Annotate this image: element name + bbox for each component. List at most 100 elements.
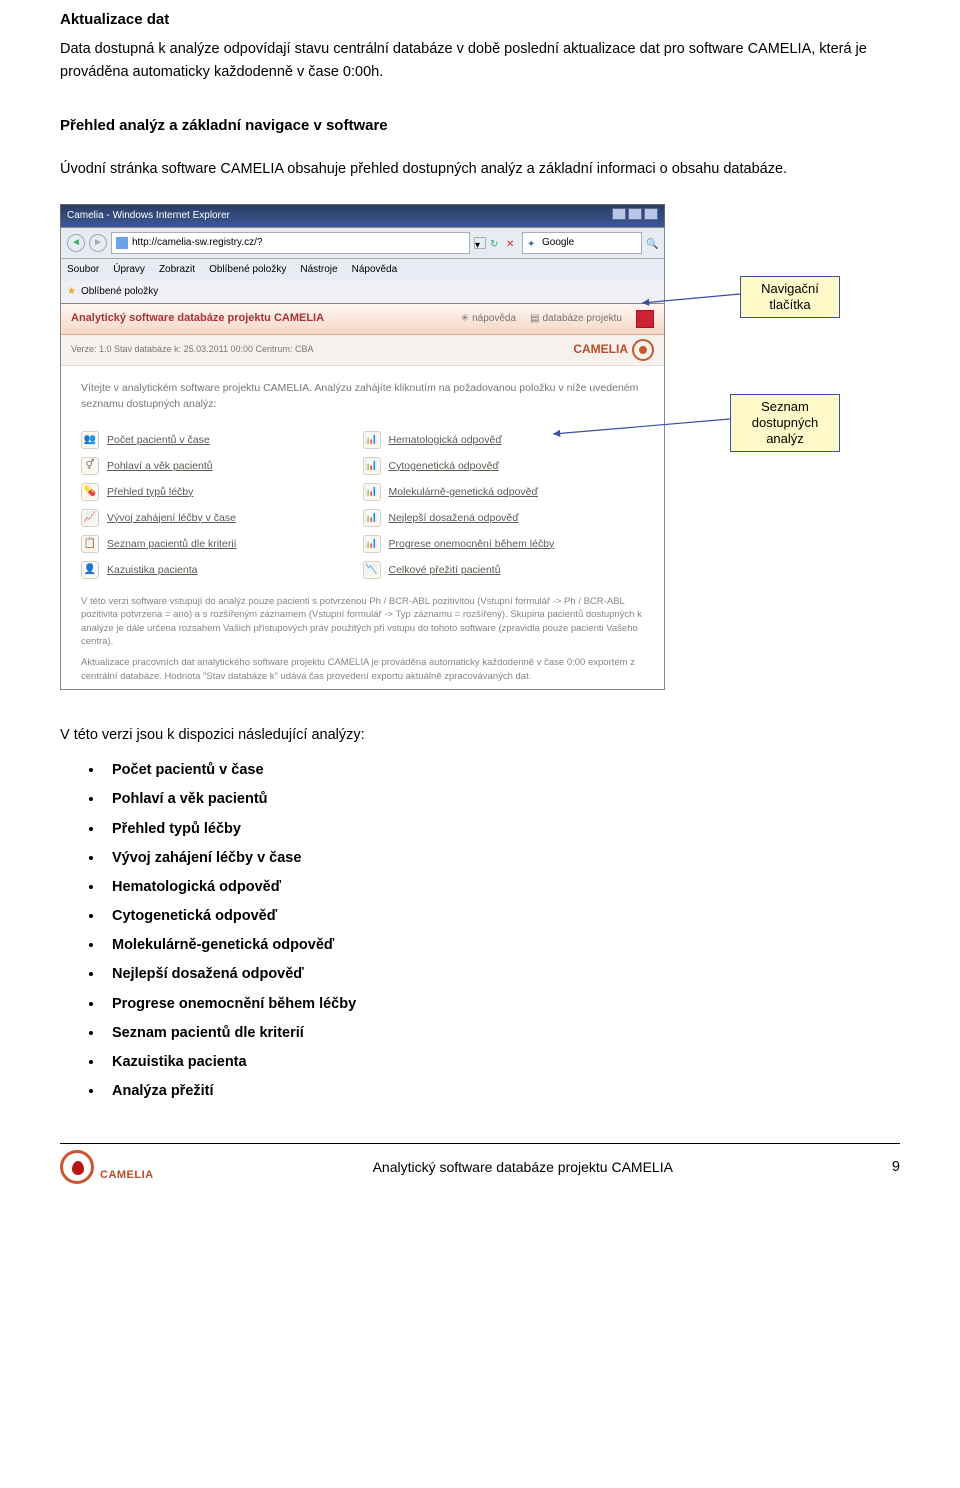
analysis-icon: 📊	[363, 509, 381, 527]
page-number: 9	[892, 1156, 900, 1179]
analysis-link[interactable]: Nejlepší dosažená odpověď	[389, 510, 519, 527]
list-item: Vývoj zahájení léčby v čase	[104, 847, 900, 870]
menu-item[interactable]: Nápověda	[352, 262, 398, 278]
list-item: Progrese onemocnění během léčby	[104, 993, 900, 1016]
app-header-title: Analytický software databáze projektu CA…	[71, 310, 324, 328]
analysis-link[interactable]: Hematologická odpověď	[389, 432, 502, 449]
analysis-list: 👥 Počet pacientů v čase 📊 Hematologická od…	[81, 427, 644, 583]
analysis-icon: 💊	[81, 483, 99, 501]
analysis-link[interactable]: Přehled typů léčby	[107, 484, 193, 501]
list-item: Cytogenetická odpověď	[104, 905, 900, 928]
section-heading: Aktualizace dat	[60, 8, 900, 32]
version-row: Verze: 1.0 Stav databáze k: 25.03.2011 0…	[61, 335, 664, 366]
app-logo: CAMELIA	[573, 339, 654, 361]
help-link[interactable]: ✳nápověda	[461, 311, 516, 327]
minimize-button[interactable]	[612, 208, 626, 220]
list-item: Počet pacientů v čase	[104, 759, 900, 782]
callout-text: Navigační tlačítka	[761, 281, 819, 312]
analysis-link[interactable]: Vývoj zahájení léčby v čase	[107, 510, 236, 527]
list-item: Pohlaví a věk pacientů	[104, 788, 900, 811]
list-item: Seznam pacientů dle kriterií	[104, 1022, 900, 1045]
app-body: Vítejte v analytickém software projektu …	[61, 366, 664, 689]
bullet-list: Počet pacientů v čase Pohlaví a věk paci…	[104, 759, 900, 1103]
analysis-link[interactable]: Progrese onemocnění během léčby	[389, 536, 555, 553]
maximize-button[interactable]	[628, 208, 642, 220]
analysis-icon: 📈	[81, 509, 99, 527]
app-header: Analytický software databáze projektu CA…	[61, 304, 664, 335]
analysis-icon: 📉	[363, 561, 381, 579]
forward-button[interactable]: ►	[89, 234, 107, 252]
section-paragraph: Data dostupná k analýze odpovídají stavu…	[60, 38, 900, 84]
star-icon[interactable]: ★	[67, 284, 76, 300]
logo-text: CAMELIA	[573, 340, 628, 359]
analysis-link[interactable]: Kazuistika pacienta	[107, 562, 197, 579]
analysis-icon: 📊	[363, 431, 381, 449]
analysis-link[interactable]: Celkové přežití pacientů	[389, 562, 501, 579]
footer-logo-text: CAMELIA	[100, 1167, 154, 1185]
list-item: Analýza přežití	[104, 1080, 900, 1103]
footer-title: Analytický software databáze projektu CA…	[373, 1156, 673, 1178]
dropdown-icon[interactable]: ▾	[474, 237, 486, 249]
screenshot-figure: Camelia - Windows Internet Explorer ◄ ► …	[60, 204, 900, 690]
favorites-bar: ★ Oblíbené položky	[60, 281, 665, 304]
favorites-text: Oblíbené položky	[81, 284, 158, 300]
database-link-text: databáze projektu	[542, 311, 622, 327]
nav-paragraph: Úvodní stránka software CAMELIA obsahuje…	[60, 158, 900, 181]
analysis-link[interactable]: Seznam pacientů dle kriterií	[107, 536, 237, 553]
list-item: Molekulárně-genetická odpověď	[104, 934, 900, 957]
list-intro: V této verzi jsou k dispozici následujíc…	[60, 724, 900, 747]
menu-item[interactable]: Oblíbené položky	[209, 262, 286, 278]
logout-button[interactable]	[636, 310, 654, 328]
page-footer: CAMELIA Analytický software databáze pro…	[60, 1143, 900, 1184]
browser-navbar: ◄ ► http://camelia-sw.registry.cz/? ▾ ↻ …	[60, 227, 665, 259]
analysis-icon: 👤	[81, 561, 99, 579]
app-intro: Vítejte v analytickém software projektu …	[81, 380, 644, 414]
menu-item[interactable]: Nástroje	[300, 262, 337, 278]
back-button[interactable]: ◄	[67, 234, 85, 252]
analysis-link[interactable]: Počet pacientů v čase	[107, 432, 210, 449]
analysis-link[interactable]: Molekulárně-genetická odpověď	[389, 484, 538, 501]
app-footnote-2: Aktualizace pracovních dat analytického …	[81, 656, 644, 683]
analysis-icon: 📋	[81, 535, 99, 553]
app-page: Analytický software databáze projektu CA…	[60, 304, 665, 690]
analysis-icon: ⚥	[81, 457, 99, 475]
url-text: http://camelia-sw.registry.cz/?	[132, 235, 262, 251]
search-icon[interactable]: 🔍	[646, 237, 658, 249]
menu-item[interactable]: Soubor	[67, 262, 99, 278]
help-link-text: nápověda	[472, 311, 516, 327]
analysis-icon: 📊	[363, 483, 381, 501]
analysis-icon: 📊	[363, 457, 381, 475]
database-icon: ▤	[530, 311, 539, 327]
search-engine-text: Google	[542, 235, 574, 251]
menu-item[interactable]: Zobrazit	[159, 262, 195, 278]
version-text: Verze: 1.0 Stav databáze k: 25.03.2011 0…	[71, 342, 314, 356]
page-icon	[116, 237, 128, 249]
nav-heading: Přehled analýz a základní navigace v sof…	[60, 114, 900, 138]
database-link[interactable]: ▤databáze projektu	[530, 311, 622, 327]
logo-icon	[632, 339, 654, 361]
refresh-icon[interactable]: ↻	[490, 237, 502, 249]
address-bar[interactable]: http://camelia-sw.registry.cz/?	[111, 232, 470, 254]
list-item: Přehled typů léčby	[104, 818, 900, 841]
callout-analysis-list: Seznam dostupných analýz	[730, 394, 840, 453]
stop-icon[interactable]: ✕	[506, 237, 518, 249]
callout-text: Seznam dostupných analýz	[752, 399, 819, 447]
app-footnote-1: V této verzi software vstupují do analýz…	[81, 595, 644, 648]
list-item: Hematologická odpověď	[104, 876, 900, 899]
analysis-link[interactable]: Cytogenetická odpověď	[389, 458, 499, 475]
help-icon: ✳	[461, 311, 469, 327]
analysis-link[interactable]: Pohlaví a věk pacientů	[107, 458, 213, 475]
footer-logo: CAMELIA	[60, 1150, 154, 1184]
browser-title-text: Camelia - Windows Internet Explorer	[67, 208, 230, 224]
screenshot: Camelia - Windows Internet Explorer ◄ ► …	[60, 204, 665, 690]
close-button[interactable]	[644, 208, 658, 220]
menu-item[interactable]: Úpravy	[113, 262, 145, 278]
window-controls	[612, 208, 658, 224]
list-item: Kazuistika pacienta	[104, 1051, 900, 1074]
analysis-icon: 📊	[363, 535, 381, 553]
list-item: Nejlepší dosažená odpověď	[104, 963, 900, 986]
analysis-icon: 👥	[81, 431, 99, 449]
callout-nav-buttons: Navigační tlačítka	[740, 276, 840, 319]
browser-menubar: Soubor Úpravy Zobrazit Oblíbené položky …	[60, 259, 665, 281]
search-box[interactable]: ✦ Google	[522, 232, 642, 254]
